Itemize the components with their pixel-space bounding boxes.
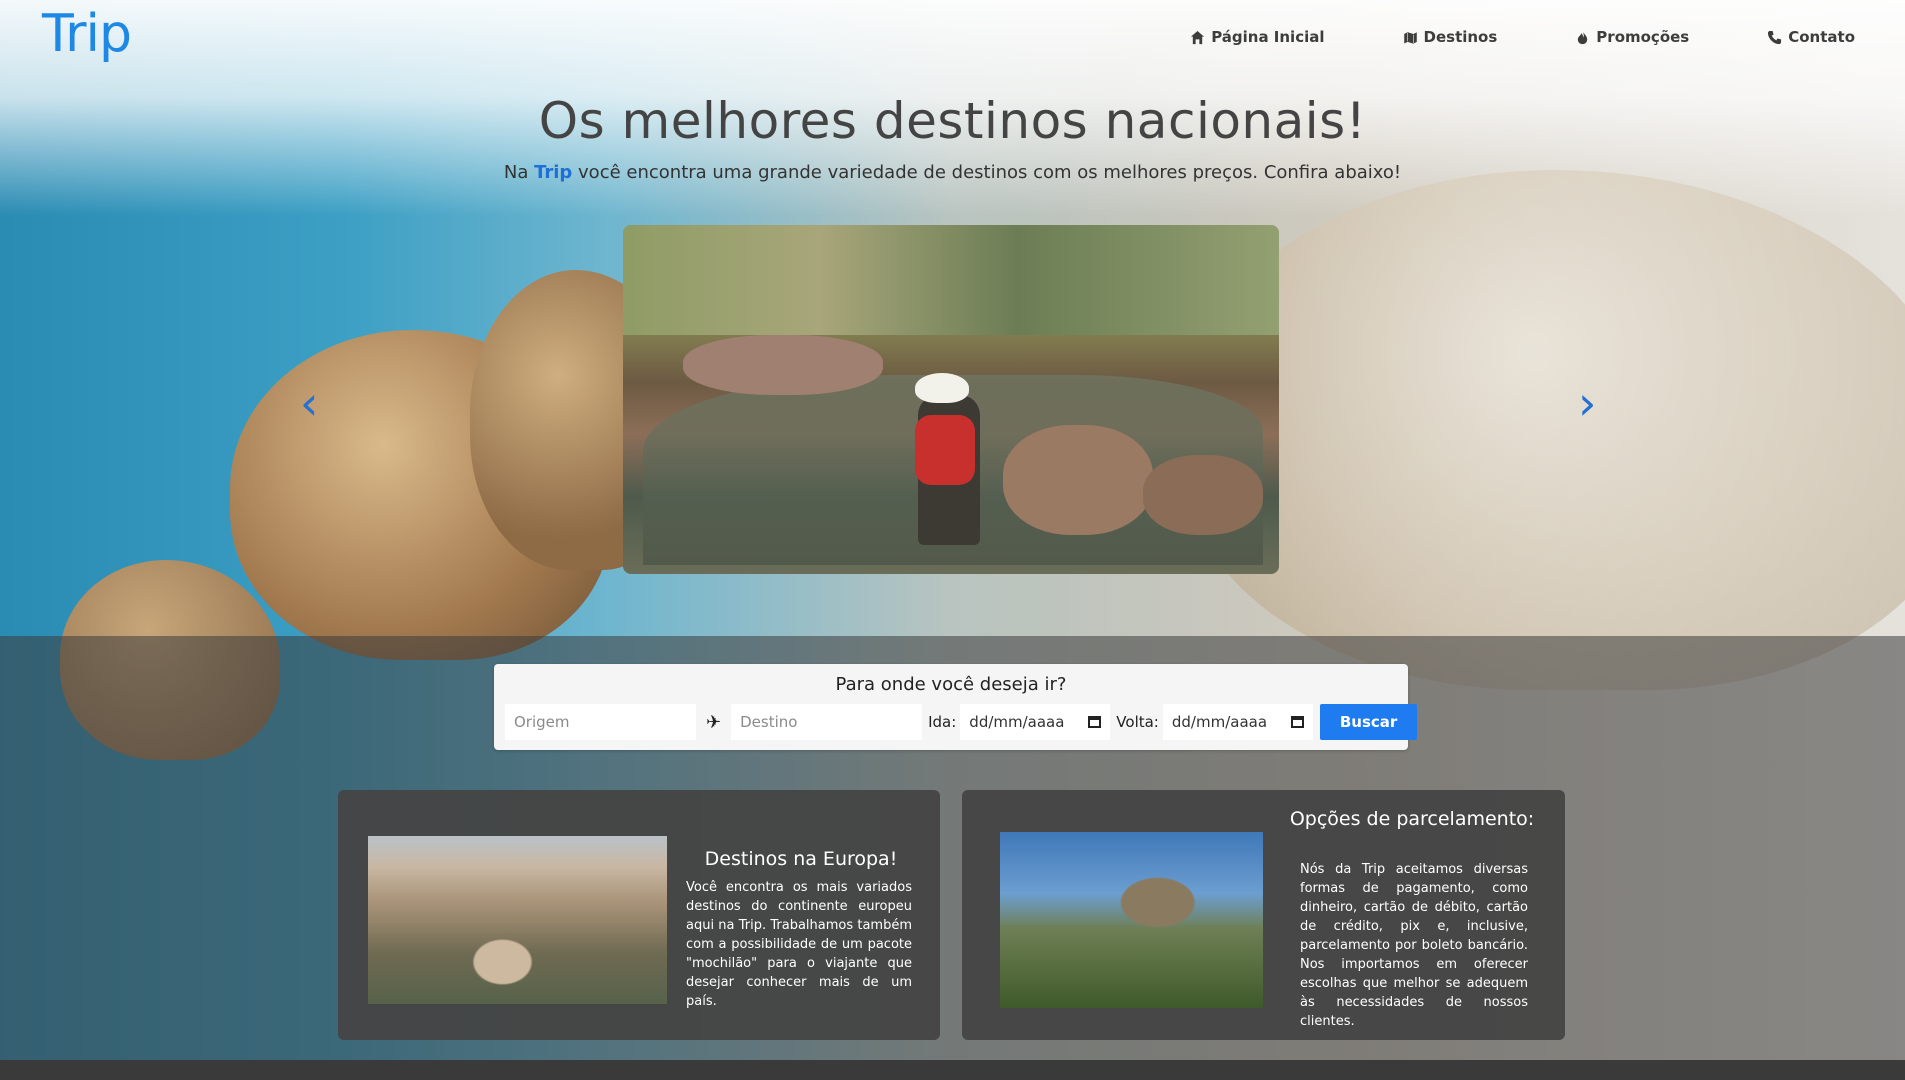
photo-rock <box>1143 455 1263 535</box>
photo-cliffs <box>623 225 1279 335</box>
footer-strip <box>0 1060 1905 1080</box>
fire-icon <box>1578 30 1588 44</box>
departure-date-input[interactable]: dd/mm/aaaa <box>960 704 1111 740</box>
home-icon <box>1191 30 1205 44</box>
return-label: Volta: <box>1116 713 1159 731</box>
nav-destinations[interactable]: Destinos <box>1403 28 1498 46</box>
photo-backpack <box>915 415 975 485</box>
europe-card-text: Você encontra os mais variados destinos … <box>686 880 912 1009</box>
hero-subtitle-pre: Na <box>503 162 535 183</box>
payment-card-title: Opções de parcelamento: <box>1289 808 1535 830</box>
departure-label: Ida: <box>928 713 957 731</box>
carousel-image <box>623 225 1279 574</box>
search-question: Para onde você deseja ir? <box>835 674 1067 695</box>
carousel-next-button[interactable]: › <box>1578 380 1596 426</box>
origin-placeholder: Origem <box>514 713 570 731</box>
nav-promotions[interactable]: Promoções <box>1575 28 1689 46</box>
europe-card: Destinos na Europa! Você encontra os mai… <box>338 790 940 1040</box>
return-date-input[interactable]: dd/mm/aaaa <box>1162 704 1313 740</box>
destination-input[interactable]: Destino <box>731 704 923 740</box>
payment-card-image <box>1000 832 1263 1008</box>
photo-hat <box>915 373 969 403</box>
nav-destinations-label: Destinos <box>1423 28 1498 46</box>
logo[interactable]: Trip <box>42 4 132 64</box>
nav-promotions-label: Promoções <box>1596 28 1690 46</box>
map-icon <box>1403 30 1417 45</box>
departure-date-value: dd/mm/aaaa <box>969 713 1065 731</box>
calendar-icon[interactable] <box>1088 716 1102 728</box>
payment-card: Opções de parcelamento: Nós da Trip acei… <box>962 790 1565 1040</box>
main-nav: Página Inicial Destinos Promoções Contat… <box>1190 28 1855 46</box>
nav-home-label: Página Inicial <box>1211 28 1325 46</box>
europe-card-title: Destinos na Europa! <box>704 848 898 870</box>
return-date-value: dd/mm/aaaa <box>1171 713 1268 731</box>
carousel-prev-button[interactable]: ‹ <box>300 380 318 426</box>
europe-card-image <box>368 836 667 1004</box>
destination-placeholder: Destino <box>740 713 798 731</box>
nav-home[interactable]: Página Inicial <box>1190 28 1325 46</box>
calendar-icon[interactable] <box>1290 716 1304 728</box>
search-button[interactable]: Buscar <box>1319 704 1418 740</box>
search-form: Para onde você deseja ir? Origem ✈ Desti… <box>494 664 1418 750</box>
hero-subtitle: Na Trip você encontra uma grande varieda… <box>0 162 1905 183</box>
photo-rock <box>683 335 883 395</box>
payment-card-text: Nós da Trip aceitamos diversas formas de… <box>1300 862 1528 1029</box>
nav-contact[interactable]: Contato <box>1767 28 1855 46</box>
hero-subtitle-brand: Trip <box>534 162 573 183</box>
search-row: Origem ✈ Destino Ida: dd/mm/aaaa Volta: … <box>505 704 1418 740</box>
logo-text: Trip <box>42 4 132 64</box>
hero-subtitle-post: você encontra uma grande variedade de de… <box>572 162 1402 183</box>
airplane-icon: ✈ <box>706 711 722 732</box>
nav-contact-label: Contato <box>1788 28 1855 46</box>
page-title: Os melhores destinos nacionais! <box>538 92 1367 150</box>
photo-rock <box>1003 425 1153 535</box>
phone-icon <box>1768 30 1782 44</box>
origin-input[interactable]: Origem <box>505 704 696 740</box>
